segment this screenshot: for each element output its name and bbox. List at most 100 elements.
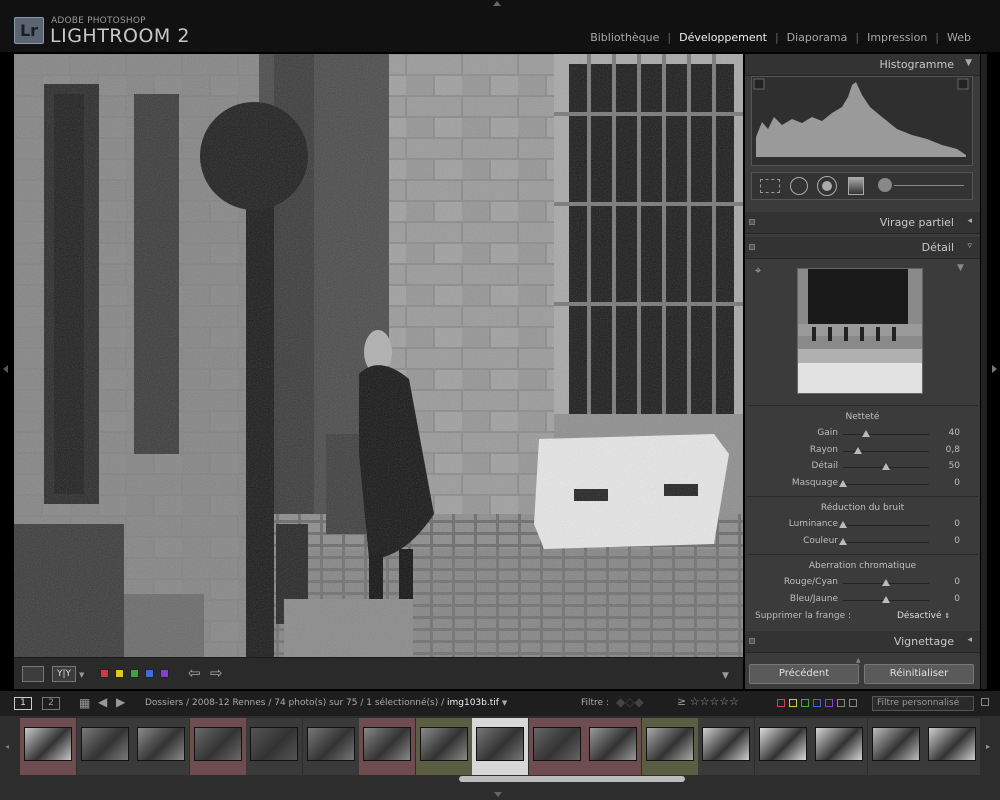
spot-removal-icon[interactable] <box>790 177 808 195</box>
color-label-yellow[interactable] <box>115 669 124 678</box>
collapse-icon[interactable]: ▼ <box>965 58 972 68</box>
red-eye-icon[interactable] <box>817 176 837 196</box>
main-window-button[interactable]: 1 <box>14 697 32 710</box>
slider-value[interactable]: 50 <box>920 461 960 471</box>
bottom-panel-toggle-icon[interactable] <box>494 792 502 797</box>
slider-track[interactable] <box>843 434 929 435</box>
tool-slider[interactable] <box>894 185 964 186</box>
slider-value[interactable]: 0,8 <box>920 445 960 455</box>
filmstrip-thumbnail[interactable] <box>528 718 585 775</box>
before-after-button[interactable]: Y|Y <box>52 666 76 682</box>
slider-thumb[interactable] <box>882 579 890 586</box>
forward-arrow-icon[interactable]: ▶ <box>116 695 125 709</box>
filmstrip-thumbnail[interactable] <box>189 718 246 775</box>
filmstrip-thumbnail[interactable] <box>698 718 754 775</box>
panel-scrollbar[interactable] <box>981 54 987 689</box>
left-panel-toggle-icon[interactable] <box>3 365 8 373</box>
module-develop[interactable]: Développement <box>679 31 767 44</box>
filter-toggle-icon[interactable] <box>981 698 989 706</box>
collapse-icon[interactable]: ▿ <box>967 241 972 251</box>
filmstrip-thumbnail[interactable] <box>867 718 924 775</box>
right-panel-toggle-icon[interactable] <box>992 365 997 373</box>
second-window-button[interactable]: 2 <box>42 697 60 710</box>
filmstrip-thumbnail[interactable] <box>359 718 415 775</box>
previous-photo-icon[interactable]: ⇦ <box>188 664 201 682</box>
slider-thumb[interactable] <box>862 430 871 437</box>
slider-value[interactable]: 0 <box>920 536 960 546</box>
graduated-filter-icon[interactable] <box>848 177 864 195</box>
filmstrip-thumbnail[interactable] <box>754 718 811 775</box>
slider-value[interactable]: 0 <box>920 594 960 604</box>
filmstrip-thumbnail[interactable] <box>811 718 867 775</box>
filmstrip-thumbnail[interactable] <box>585 718 641 775</box>
source-breadcrumb[interactable]: Dossiers / 2008-12 Rennes / 74 photo(s) … <box>145 698 507 708</box>
slider-thumb[interactable] <box>839 537 847 545</box>
filmstrip-thumbnail[interactable] <box>472 718 528 775</box>
thumbnail-image <box>928 727 976 761</box>
slider-row: Couleur 0 <box>745 534 980 550</box>
split-toning-header[interactable]: Virage partiel ◂ <box>745 212 980 234</box>
tool-strip <box>751 172 973 200</box>
slider-track[interactable] <box>843 541 929 543</box>
module-library[interactable]: Bibliothèque <box>590 31 659 44</box>
color-label-purple[interactable] <box>160 669 169 678</box>
fringe-select[interactable]: Désactivé ⇕ <box>897 611 950 621</box>
crop-tool-icon[interactable] <box>760 179 780 193</box>
filmstrip-thumbnail[interactable] <box>415 718 472 775</box>
slider-label: Couleur <box>803 535 838 546</box>
color-label-red[interactable] <box>100 669 109 678</box>
filmstrip-thumbnail[interactable] <box>20 718 76 775</box>
loupe-view-button[interactable] <box>22 666 44 682</box>
slider-thumb[interactable] <box>882 463 890 470</box>
slider-value[interactable]: 40 <box>920 428 960 438</box>
histogram-graph[interactable] <box>751 76 973 166</box>
slider-thumb[interactable] <box>839 521 847 528</box>
next-photo-icon[interactable]: ⇨ <box>210 664 223 682</box>
filmstrip-scrollbar[interactable] <box>459 776 685 782</box>
filmstrip-right-icon[interactable]: ▸ <box>986 742 990 751</box>
adjustment-brush-icon[interactable] <box>878 178 892 192</box>
slider-track[interactable] <box>843 525 929 526</box>
color-filter[interactable] <box>777 699 857 707</box>
filmstrip-thumbnail[interactable] <box>133 718 189 775</box>
module-print[interactable]: Impression <box>867 31 927 44</box>
thumbnail-image <box>193 727 242 761</box>
previous-button[interactable]: Précédent <box>749 664 859 684</box>
target-icon[interactable]: ⌖ <box>755 264 761 278</box>
vignetting-header[interactable]: Vignettage ◂ <box>745 631 980 653</box>
filmstrip-thumbnail[interactable] <box>76 718 133 775</box>
filmstrip-left-icon[interactable]: ◂ <box>5 742 9 751</box>
main-photo[interactable] <box>14 54 743 657</box>
color-label-blue[interactable] <box>145 669 154 678</box>
module-web[interactable]: Web <box>947 31 971 44</box>
before-after-dropdown-icon[interactable]: ▼ <box>79 671 84 679</box>
slider-value[interactable]: 0 <box>920 519 960 529</box>
expand-icon[interactable]: ◂ <box>967 635 972 645</box>
detail-preview[interactable] <box>797 268 923 394</box>
slider-thumb[interactable] <box>882 595 890 603</box>
color-label-green[interactable] <box>130 669 139 678</box>
top-panel-toggle-icon[interactable] <box>493 1 501 6</box>
filmstrip-thumbnail[interactable] <box>641 718 698 775</box>
back-arrow-icon[interactable]: ◀ <box>98 695 107 709</box>
slider-value[interactable]: 0 <box>920 577 960 587</box>
preview-menu-icon[interactable]: ▼ <box>957 263 964 273</box>
slider-thumb[interactable] <box>839 479 847 487</box>
expand-icon[interactable]: ◂ <box>967 216 972 226</box>
flag-filter-icons[interactable]: ◆◇◆ <box>616 695 644 709</box>
filmstrip-thumbnail[interactable] <box>246 718 302 775</box>
filmstrip-thumbnail[interactable] <box>302 718 359 775</box>
toolbar-menu-icon[interactable]: ▼ <box>722 671 729 681</box>
slider-value[interactable]: 0 <box>920 478 960 488</box>
chromatic-aberration-title: Aberration chromatique <box>808 561 917 571</box>
filter-preset-select[interactable]: Filtre personnalisé <box>872 696 974 711</box>
reset-button[interactable]: Réinitialiser <box>864 664 974 684</box>
grid-view-icon[interactable]: ▦ <box>79 696 90 710</box>
slider-thumb[interactable] <box>854 446 863 454</box>
filmstrip-thumbnail[interactable] <box>924 718 980 775</box>
detail-header[interactable]: Détail ▿ <box>745 237 980 259</box>
slider-track[interactable] <box>843 483 929 485</box>
histogram-header[interactable]: Histogramme ▼ <box>745 54 980 76</box>
module-slideshow[interactable]: Diaporama <box>787 31 848 44</box>
rating-filter-icon[interactable]: ≥ ☆☆☆☆☆ <box>677 695 739 708</box>
